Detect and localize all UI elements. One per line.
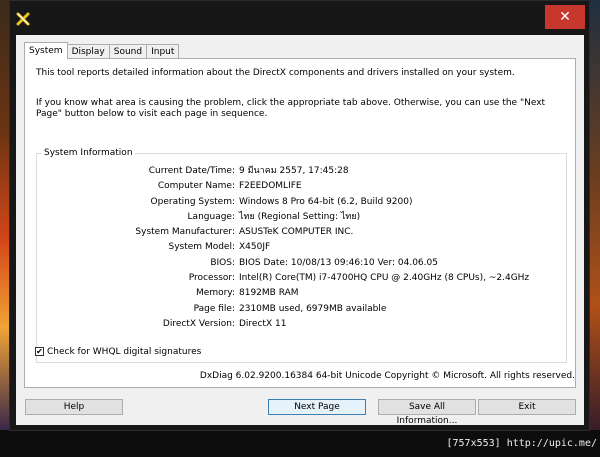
tab-display[interactable]: Display (66, 44, 110, 59)
info-row-bios: BIOS: BIOS Date: 10/08/13 09:46:10 Ver: … (37, 257, 568, 270)
info-row-operating-system: Operating System: Windows 8 Pro 64-bit (… (37, 196, 568, 209)
info-row-date-time: Current Date/Time: 9 มีนาคม 2557, 17:45:… (37, 165, 568, 178)
info-value: Windows 8 Pro 64-bit (6.2, Build 9200) (239, 197, 413, 207)
info-label: BIOS: (210, 258, 235, 268)
tab-system[interactable]: System (24, 42, 68, 59)
save-all-information-button[interactable]: Save All Information... (378, 399, 476, 426)
directx-x-icon (16, 12, 30, 26)
info-value: 9 มีนาคม 2557, 17:45:28 (239, 166, 349, 176)
hint-text: If you know what area is causing the pro… (36, 98, 546, 119)
whql-checkbox-row[interactable]: ✔ Check for WHQL digital signatures (35, 345, 201, 358)
info-label: Operating System: (150, 197, 235, 207)
system-information-group: System Information Current Date/Time: 9 … (36, 148, 568, 363)
info-row-processor: Processor: Intel(R) Core(TM) i7-4700HQ C… (37, 272, 568, 285)
system-tab-panel: This tool reports detailed information a… (24, 58, 576, 388)
info-value: DirectX 11 (239, 319, 287, 329)
info-row-language: Language: ไทย (Regional Setting: ไทย) (37, 211, 568, 224)
dialog-client-area: System Display Sound Input This tool rep… (16, 35, 584, 426)
info-label: Current Date/Time: (148, 166, 235, 176)
title-bar[interactable]: ✕ (10, 1, 589, 35)
whql-checkbox[interactable]: ✔ (35, 347, 44, 356)
next-page-button[interactable]: Next Page (268, 399, 366, 415)
group-title: System Information (42, 148, 135, 159)
info-label: Computer Name: (157, 181, 235, 191)
info-value: BIOS Date: 10/08/13 09:46:10 Ver: 04.06.… (239, 258, 438, 268)
exit-button[interactable]: Exit (478, 399, 576, 415)
info-row-directx-version: DirectX Version: DirectX 11 (37, 318, 568, 331)
dxdiag-window: ✕ System Display Sound Input This tool r… (9, 0, 590, 431)
whql-checkbox-label[interactable]: Check for WHQL digital signatures (47, 347, 201, 357)
tab-sound[interactable]: Sound (108, 44, 148, 59)
info-value: ไทย (Regional Setting: ไทย) (239, 212, 361, 222)
close-button[interactable]: ✕ (545, 5, 585, 29)
info-row-system-model: System Model: X450JF (37, 241, 568, 254)
info-value: X450JF (239, 242, 271, 252)
info-label: Language: (187, 212, 235, 222)
info-row-system-manufacturer: System Manufacturer: ASUSTeK COMPUTER IN… (37, 226, 568, 239)
info-value: 2310MB used, 6979MB available (239, 304, 387, 314)
info-label: Memory: (196, 288, 235, 298)
info-label: Page file: (193, 304, 235, 314)
info-row-memory: Memory: 8192MB RAM (37, 287, 568, 300)
help-button[interactable]: Help (25, 399, 123, 415)
info-label: DirectX Version: (162, 319, 235, 329)
info-value: Intel(R) Core(TM) i7-4700HQ CPU @ 2.40GH… (239, 273, 530, 283)
image-host-watermark: [757x553] http://upic.me/ (446, 438, 597, 449)
info-value: ASUSTeK COMPUTER INC. (239, 227, 354, 237)
tab-strip: System Display Sound Input (24, 42, 180, 59)
info-value: F2EEDOMLIFE (239, 181, 302, 191)
info-value: 8192MB RAM (239, 288, 299, 298)
version-copyright-text: DxDiag 6.02.9200.16384 64-bit Unicode Co… (199, 371, 575, 381)
tab-input[interactable]: Input (146, 44, 180, 59)
intro-text: This tool reports detailed information a… (36, 68, 515, 78)
info-row-computer-name: Computer Name: F2EEDOMLIFE (37, 180, 568, 193)
info-label: System Model: (168, 242, 235, 252)
info-label: Processor: (188, 273, 235, 283)
info-row-page-file: Page file: 2310MB used, 6979MB available (37, 303, 568, 316)
info-label: System Manufacturer: (135, 227, 235, 237)
